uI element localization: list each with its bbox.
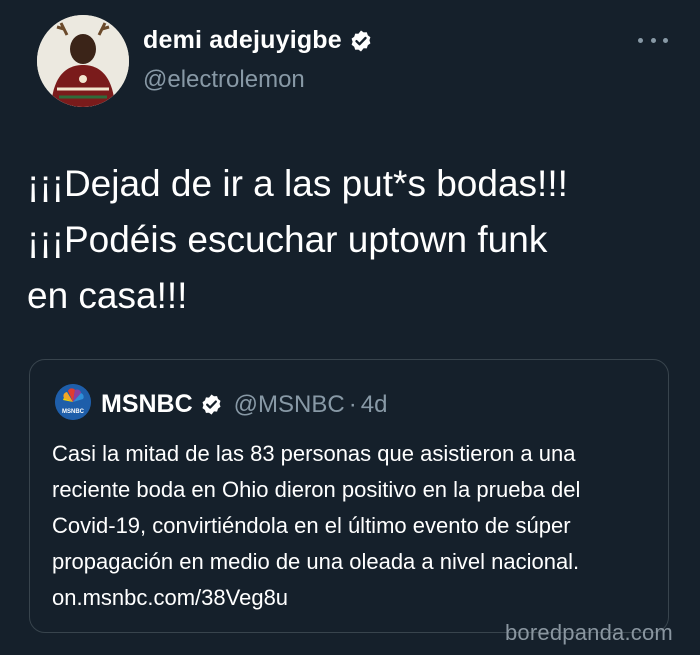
msnbc-logo-icon: MSNBC — [55, 384, 91, 420]
quote-text-line: Casi la mitad de las 83 personas que asi… — [52, 441, 576, 466]
quote-link[interactable]: on.msnbc.com/38Veg8u — [52, 580, 662, 616]
quote-text-line: reciente boda en Ohio dieron positivo en… — [52, 477, 581, 502]
quote-timestamp[interactable]: 4d — [361, 391, 388, 418]
quoted-tweet[interactable]: MSNBC MSNBC @MSNBC · 4d Casi la mitad de l… — [29, 359, 669, 633]
author-handle[interactable]: @electrolemon — [143, 66, 305, 94]
author-display-name[interactable]: demi adejuyigbe — [143, 26, 373, 55]
quote-text-line: propagación en medio de una oleada a niv… — [52, 549, 580, 574]
tweet-text-line: en casa!!! — [27, 275, 188, 316]
watermark: boredpanda.com — [505, 620, 673, 645]
more-options-icon[interactable] — [638, 30, 668, 50]
author-avatar[interactable] — [37, 15, 129, 107]
quote-text: Casi la mitad de las 83 personas que asi… — [52, 436, 662, 616]
tweet-text: ¡¡¡Dejad de ir a las put*s bodas!!! ¡¡¡P… — [27, 156, 687, 324]
quote-meta: @MSNBC · 4d — [234, 391, 388, 419]
verified-badge-icon — [351, 30, 371, 51]
quote-text-line: Covid-19, convirtiéndola en el último ev… — [52, 513, 571, 538]
quote-author-name: MSNBC — [101, 390, 193, 418]
quote-author[interactable]: MSNBC @MSNBC · 4d — [101, 390, 387, 419]
msnbc-logo-text: MSNBC — [62, 409, 85, 415]
author-name-text: demi adejuyigbe — [143, 26, 342, 54]
verified-badge-icon — [202, 394, 221, 415]
quote-separator: · — [348, 390, 357, 418]
tweet-text-line: ¡¡¡Dejad de ir a las put*s bodas!!! — [27, 163, 568, 204]
tweet: demi adejuyigbe @electrolemon ¡¡¡Dejad d… — [0, 0, 700, 655]
quote-handle: @MSNBC — [233, 390, 345, 418]
tweet-text-line: ¡¡¡Podéis escuchar uptown funk — [27, 219, 548, 260]
